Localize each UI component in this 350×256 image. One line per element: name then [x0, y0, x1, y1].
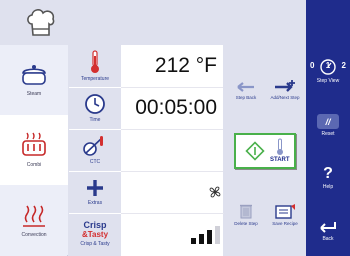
- param-label-ctc: CTC: [89, 159, 101, 165]
- param-label-extras: Extras: [87, 200, 103, 206]
- crisp-level-bar: [199, 234, 204, 244]
- back-arrow-icon: [320, 222, 336, 233]
- help-icon: ?: [323, 165, 333, 182]
- crisp-level-bar: [191, 238, 196, 244]
- crisp-tasty-icon: Crisp &Tasty: [81, 220, 109, 240]
- reset-button[interactable]: // Reset: [306, 114, 350, 137]
- mode-convection[interactable]: Convection: [0, 185, 68, 255]
- parameter-values: 212 °F 00:05:00: [121, 45, 241, 256]
- extras-value-row[interactable]: [121, 171, 241, 214]
- param-extras[interactable]: Extras: [69, 171, 121, 214]
- combi-pot-icon: [22, 132, 46, 156]
- steam-pot-icon: [22, 65, 46, 85]
- crisp-level-bar: [207, 230, 212, 244]
- save-recipe-button[interactable]: Save Recipe: [266, 203, 304, 226]
- mode-label-steam: Steam: [26, 91, 42, 97]
- back-button[interactable]: Back: [306, 220, 350, 242]
- temperature-value: 212 °F: [154, 54, 217, 77]
- param-ctc[interactable]: CTC: [69, 129, 121, 172]
- plus-icon: [87, 180, 103, 196]
- mode-label-combi: Combi: [26, 162, 42, 168]
- cooking-mode-list: Steam Combi Convection: [0, 45, 68, 256]
- chef-hat-icon: [27, 9, 55, 36]
- ctc-value-row[interactable]: [121, 129, 223, 172]
- param-crisp-tasty[interactable]: Crisp &Tasty Crisp & Tasty: [69, 213, 121, 255]
- signal-bars-icon: [191, 226, 220, 244]
- mode-steam[interactable]: Steam: [0, 45, 68, 115]
- start-icon: [245, 141, 265, 161]
- param-label-time: Time: [89, 117, 101, 123]
- start-thermometer-icon: [277, 138, 283, 155]
- param-label-temperature: Temperature: [80, 76, 110, 82]
- crisp-logo-line1: Crisp: [83, 220, 107, 230]
- step-panel: Step Back Add/Next Step START Delete Ste…: [224, 45, 306, 256]
- reset-icon: //: [317, 114, 339, 129]
- temperature-value-row[interactable]: 212 °F: [121, 45, 223, 88]
- add-next-step-icon: [275, 80, 295, 92]
- convection-heat-icon: [23, 205, 45, 227]
- fan-icon: [209, 186, 221, 198]
- back-label: Back: [322, 236, 334, 242]
- help-label: Help: [322, 184, 334, 190]
- step-back-button[interactable]: Step Back: [228, 81, 264, 100]
- clock-icon: [85, 94, 105, 114]
- mode-label-convection: Convection: [21, 232, 47, 238]
- time-value: 00:05:00: [135, 96, 217, 119]
- param-time[interactable]: Time: [69, 87, 121, 130]
- mode-combi[interactable]: Combi: [0, 115, 68, 185]
- help-button[interactable]: ? Help: [306, 165, 350, 190]
- step-view-button[interactable]: 0 1 2 Step View: [306, 58, 350, 84]
- step-view-glyph: 0 1 2: [310, 61, 346, 70]
- step-view-label: Step View: [316, 78, 340, 84]
- crisp-logo-line2: &Tasty: [81, 230, 109, 239]
- left-arrow-icon: [237, 82, 254, 92]
- parameter-list: Temperature Time CTC Extras Crisp &Tasty…: [69, 45, 121, 256]
- delete-step-button[interactable]: Delete Step: [228, 203, 264, 226]
- add-next-step-button[interactable]: Add/Next Step: [266, 79, 304, 100]
- reset-glyph: //: [325, 116, 331, 127]
- add-next-step-label: Add/Next Step: [270, 95, 300, 100]
- time-value-row[interactable]: 00:05:00: [121, 87, 223, 130]
- header: [0, 0, 306, 45]
- reset-label: Reset: [321, 131, 335, 137]
- start-label: START: [270, 157, 290, 163]
- step-view-icon: 0 1 2: [308, 58, 348, 76]
- crisp-level-bar: [215, 226, 220, 244]
- right-sidebar: 0 1 2 Step View // Reset ? Help Back: [306, 0, 350, 256]
- core-temp-probe-icon: [83, 136, 103, 156]
- start-button[interactable]: START: [234, 133, 296, 169]
- delete-step-label: Delete Step: [234, 221, 258, 226]
- step-back-label: Step Back: [235, 95, 257, 100]
- thermometer-icon: [91, 50, 99, 73]
- param-temperature[interactable]: Temperature: [69, 45, 121, 88]
- save-recipe-label: Save Recipe: [272, 221, 298, 226]
- save-recipe-icon: [275, 204, 295, 219]
- param-label-crisp-tasty: Crisp & Tasty: [80, 241, 110, 247]
- trash-icon: [240, 204, 252, 219]
